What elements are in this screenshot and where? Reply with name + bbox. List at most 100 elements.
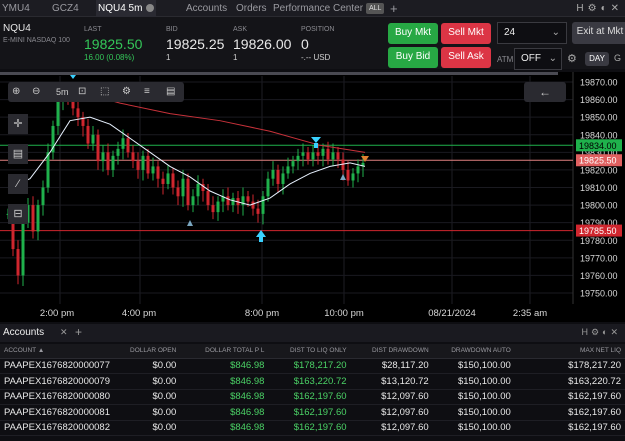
buy-mkt-button[interactable]: Buy Mkt <box>388 23 438 44</box>
atm-select[interactable]: OFF ⌄ <box>514 48 562 70</box>
column-header-dist-to-liq-only[interactable]: DIST TO LIQ ONLY <box>268 344 351 359</box>
g-button[interactable]: G <box>614 53 621 63</box>
candle-body <box>351 173 355 181</box>
notes-icon[interactable]: ▤ <box>8 144 28 164</box>
column-header-max-net-liq[interactable]: MAX NET LIQ <box>514 344 625 359</box>
table-cell: $0.00 <box>120 389 181 405</box>
table-cell: $846.98 <box>180 389 269 405</box>
column-header-drawdown-auto[interactable]: DRAWDOWN AUTO <box>432 344 515 359</box>
price-tag-label: 19785.50 <box>579 226 617 236</box>
quantity-select[interactable]: 24 ⌄ <box>497 22 567 44</box>
all-badge[interactable]: ALL <box>366 3 385 14</box>
exit-at-mkt-button[interactable]: Exit at Mkt <box>572 22 625 44</box>
candle-body <box>256 208 260 214</box>
chevron-down-icon: ⌄ <box>551 27 560 38</box>
ask-label: ASK <box>233 26 248 33</box>
candle-body <box>151 166 155 174</box>
price-chart[interactable]: 19870.00 19860.00 19850.00 19840.00 19830.00… <box>0 72 625 322</box>
add-tab-button[interactable]: + <box>390 0 398 17</box>
table-row[interactable]: PAAPEX1676820000081 $0.00 $846.98 $162,197.… <box>0 404 625 421</box>
candle-body <box>276 169 280 184</box>
table-row[interactable]: PAAPEX1676820000080 $0.00 $846.98 $162,197.… <box>0 389 625 405</box>
sell-mkt-button[interactable]: Sell Mkt <box>441 23 491 44</box>
ask-price: 19826.00 <box>233 36 292 52</box>
buy-bid-button[interactable]: Buy Bid <box>388 47 438 68</box>
table-row[interactable]: PAAPEX1676820000079 $0.00 $846.98 $163,220.… <box>0 373 625 390</box>
candle-body <box>191 196 195 206</box>
tab-orders[interactable]: Orders <box>236 0 267 17</box>
sell-ask-button[interactable]: Sell Ask <box>441 47 491 68</box>
price-tag-label: 19834.00 <box>579 141 617 151</box>
table-row[interactable]: PAAPEX1676820000077 $0.00 $846.98 $178,217.… <box>0 358 625 374</box>
chart-svg[interactable]: 19870.0019860.0019850.0019840.0019830.00… <box>0 72 625 322</box>
table-cell: $162,197.60 <box>268 404 351 421</box>
candle-body <box>166 173 170 184</box>
tab-gcz4[interactable]: GCZ4 5m <box>52 0 94 31</box>
table-cell: $150,100.00 <box>432 404 515 421</box>
settings-gear-icon[interactable]: ⚙ <box>567 52 577 65</box>
table-cell: PAAPEX1676820000082 <box>0 420 121 436</box>
candle-body <box>206 191 210 206</box>
accounts-tab[interactable]: Accounts <box>3 327 44 338</box>
zoom-in-icon[interactable]: ⊕ <box>12 82 20 102</box>
table-row[interactable]: PAAPEX1676820000082 $0.00 $846.98 $162,197.… <box>0 420 625 436</box>
y-tick-label: 19820.00 <box>580 165 618 175</box>
select-area-icon[interactable]: ⬚ <box>100 82 109 102</box>
table-cell: $0.00 <box>120 420 181 436</box>
column-header-dollar-open[interactable]: DOLLAR OPEN <box>120 344 181 359</box>
candle-body <box>176 187 180 197</box>
lock-icon[interactable]: ⊟ <box>8 204 28 224</box>
position-pnl: -.-- USD <box>301 53 331 62</box>
sell-signal-icon <box>311 137 321 143</box>
candle-body <box>321 148 325 156</box>
indicators-icon[interactable]: ≡ <box>144 82 150 102</box>
window-controls[interactable]: H⚙◐✕ <box>576 0 623 17</box>
tab-nqu4[interactable]: NQU4 5m <box>96 0 156 17</box>
back-arrow-button[interactable]: ← <box>524 82 566 102</box>
column-header-dollar-total-p-l[interactable]: DOLLAR TOTAL P L <box>180 344 269 359</box>
y-tick-label: 19810.00 <box>580 183 618 193</box>
y-tick-label: 19770.00 <box>580 253 618 263</box>
price-tag-label: 19825.50 <box>579 156 617 166</box>
tab-ymu4[interactable]: YMU4 5m <box>2 0 46 31</box>
timeframe-label[interactable]: 5m <box>56 82 69 102</box>
crosshair-icon[interactable]: ⊡ <box>78 82 86 102</box>
candle-body <box>106 152 110 170</box>
table-cell: $178,217.20 <box>514 358 625 374</box>
sell-signal-stem <box>314 143 318 148</box>
table-cell: $150,100.00 <box>432 358 515 374</box>
line-tool-icon[interactable]: ⁄ <box>8 174 28 194</box>
panel-window-controls[interactable]: H⚙◐✕ <box>581 327 621 338</box>
table-cell: $0.00 <box>120 358 181 374</box>
x-tick-label: 08/21/2024 <box>428 308 476 319</box>
y-tick-label: 19780.00 <box>580 236 618 246</box>
chart-toolbar: ⊕ ⊖ 5m ⊡ ⬚ ⚙ ≡ ▤ <box>8 82 184 102</box>
scroll-bar <box>0 72 558 75</box>
cursor-tool-icon[interactable]: ✛ <box>8 114 28 134</box>
add-panel-button[interactable]: + <box>75 325 82 339</box>
accounts-panel-header: Accounts ✕ + H⚙◐✕ <box>0 324 625 342</box>
y-tick-label: 19870.00 <box>580 78 618 88</box>
day-button[interactable]: DAY <box>585 52 609 66</box>
table-cell: $13,120.72 <box>350 373 433 390</box>
y-tick-label: 19750.00 <box>580 289 618 299</box>
candle-body <box>96 134 100 162</box>
atm-label: ATM <box>497 55 514 64</box>
close-icon[interactable]: ✕ <box>60 327 68 338</box>
chart-settings-icon[interactable]: ⚙ <box>122 82 131 102</box>
position-label: POSITION <box>301 26 335 33</box>
templates-icon[interactable]: ▤ <box>166 82 175 102</box>
table-cell: $846.98 <box>180 358 269 374</box>
bid-size: 1 <box>166 53 171 62</box>
column-header-dist-drawdown[interactable]: DIST DRAWDOWN <box>350 344 433 359</box>
candle-body <box>121 138 125 149</box>
marker-icon <box>70 75 76 79</box>
buy-signal-stem <box>259 237 263 242</box>
tab-performance-center[interactable]: Performance Center <box>273 0 363 17</box>
column-header-account[interactable]: ACCOUNT ▲ <box>0 344 121 359</box>
x-tick-label: 10:00 pm <box>324 308 364 319</box>
table-cell: $846.98 <box>180 373 269 390</box>
candle-body <box>246 196 250 202</box>
zoom-out-icon[interactable]: ⊖ <box>32 82 40 102</box>
tab-accounts[interactable]: Accounts <box>186 0 227 17</box>
